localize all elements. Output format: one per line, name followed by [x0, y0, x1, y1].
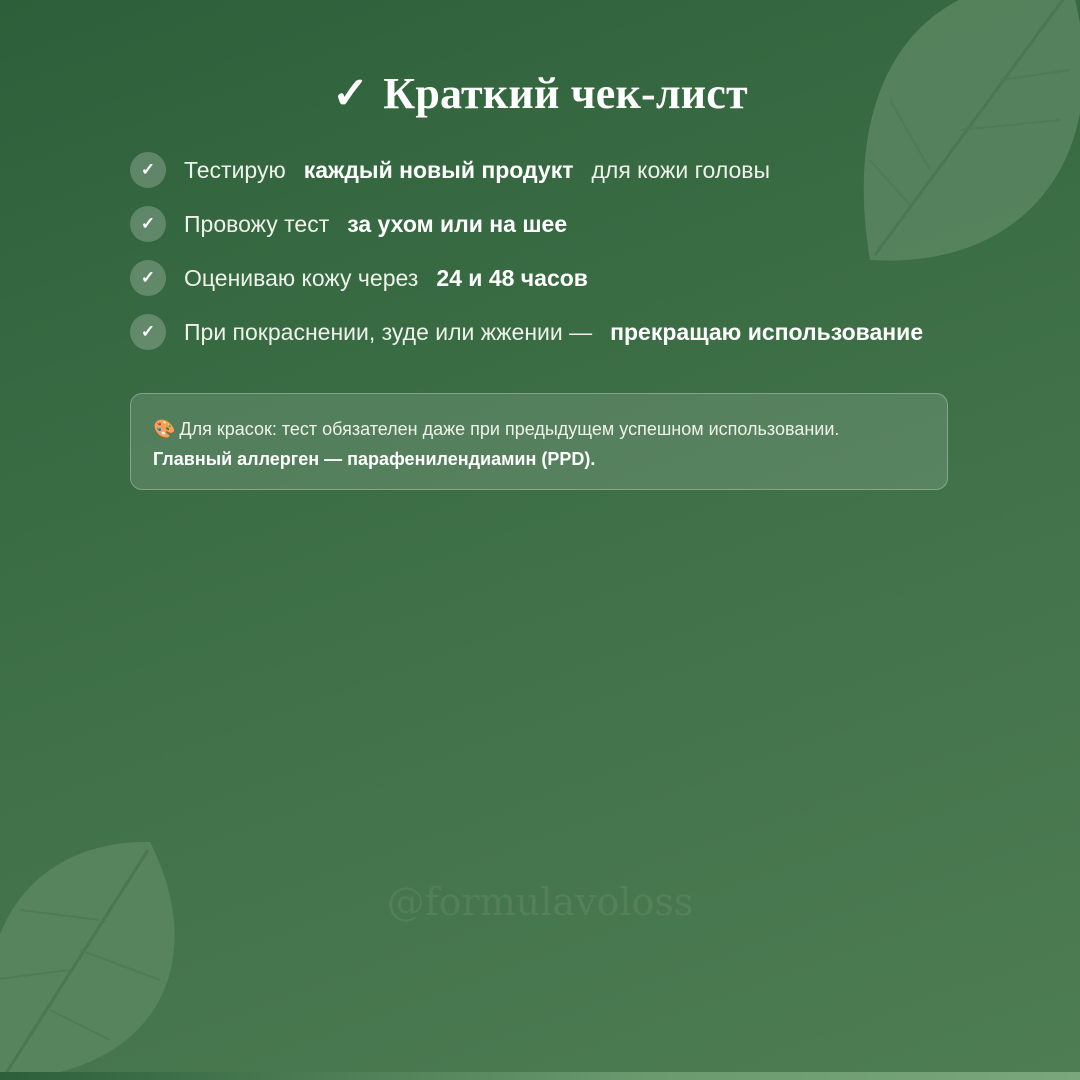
note-bold-text: Главный аллерген — парафенилендиамин (PP…	[153, 449, 596, 469]
checklist-item: ✓ Оцениваю кожу через 24 и 48 часов	[130, 260, 990, 296]
checklist-item-text: Оцениваю кожу через 24 и 48 часов	[184, 265, 588, 292]
checklist-item-text: Провожу тест за ухом или на шее	[184, 211, 567, 238]
checklist-item-text: Тестирую каждый новый продукт для кожи гол…	[184, 157, 770, 184]
checklist-item-lead: При покраснении, зуде или жжении —	[184, 318, 593, 345]
check-icon: ✓	[130, 152, 166, 188]
check-icon: ✓	[130, 206, 166, 242]
checklist-item-lead: Тестирую	[184, 156, 286, 183]
watermark: @formulavoloss	[386, 880, 694, 924]
note-text: Для красок: тест обязателен даже при пре…	[179, 419, 840, 439]
checklist-item-text: При покраснении, зуде или жжении — прекра…	[184, 319, 923, 346]
checklist-item-bold: за ухом или на шее	[347, 210, 568, 237]
leaf-decoration-bottom	[0, 841, 175, 1080]
checklist-item-bold: каждый новый продукт	[303, 156, 574, 183]
info-note: 🎨 Для красок: тест обязателен даже при пр…	[130, 393, 948, 490]
checklist-item-bold: 24 и 48 часов	[436, 264, 588, 291]
note-line: 🎨 Для красок: тест обязателен даже при пр…	[153, 414, 925, 444]
check-icon: ✓	[130, 260, 166, 296]
checkmark-icon: ✓	[332, 69, 370, 118]
palette-icon: 🎨	[153, 419, 176, 439]
checklist-item: ✓ Тестирую каждый новый продукт для кожи г…	[130, 152, 990, 188]
checklist-item-bold: прекращаю использование	[610, 318, 924, 345]
check-icon: ✓	[130, 314, 166, 350]
checklist-item: ✓ При покраснении, зуде или жжении — прек…	[130, 314, 990, 350]
bottom-accent-bar	[0, 1072, 1080, 1080]
checklist-item: ✓ Провожу тест за ухом или на шее	[130, 206, 990, 242]
checklist-item-lead: Провожу тест	[184, 210, 330, 237]
page-title: ✓ Краткий чек-лист	[0, 68, 1080, 119]
checklist-item-lead: Оцениваю кожу через	[184, 264, 419, 291]
checklist: ✓ Тестирую каждый новый продукт для кожи г…	[130, 152, 990, 368]
page-title-text: Краткий чек-лист	[383, 69, 748, 118]
checklist-item-trail: для кожи головы	[591, 156, 771, 183]
